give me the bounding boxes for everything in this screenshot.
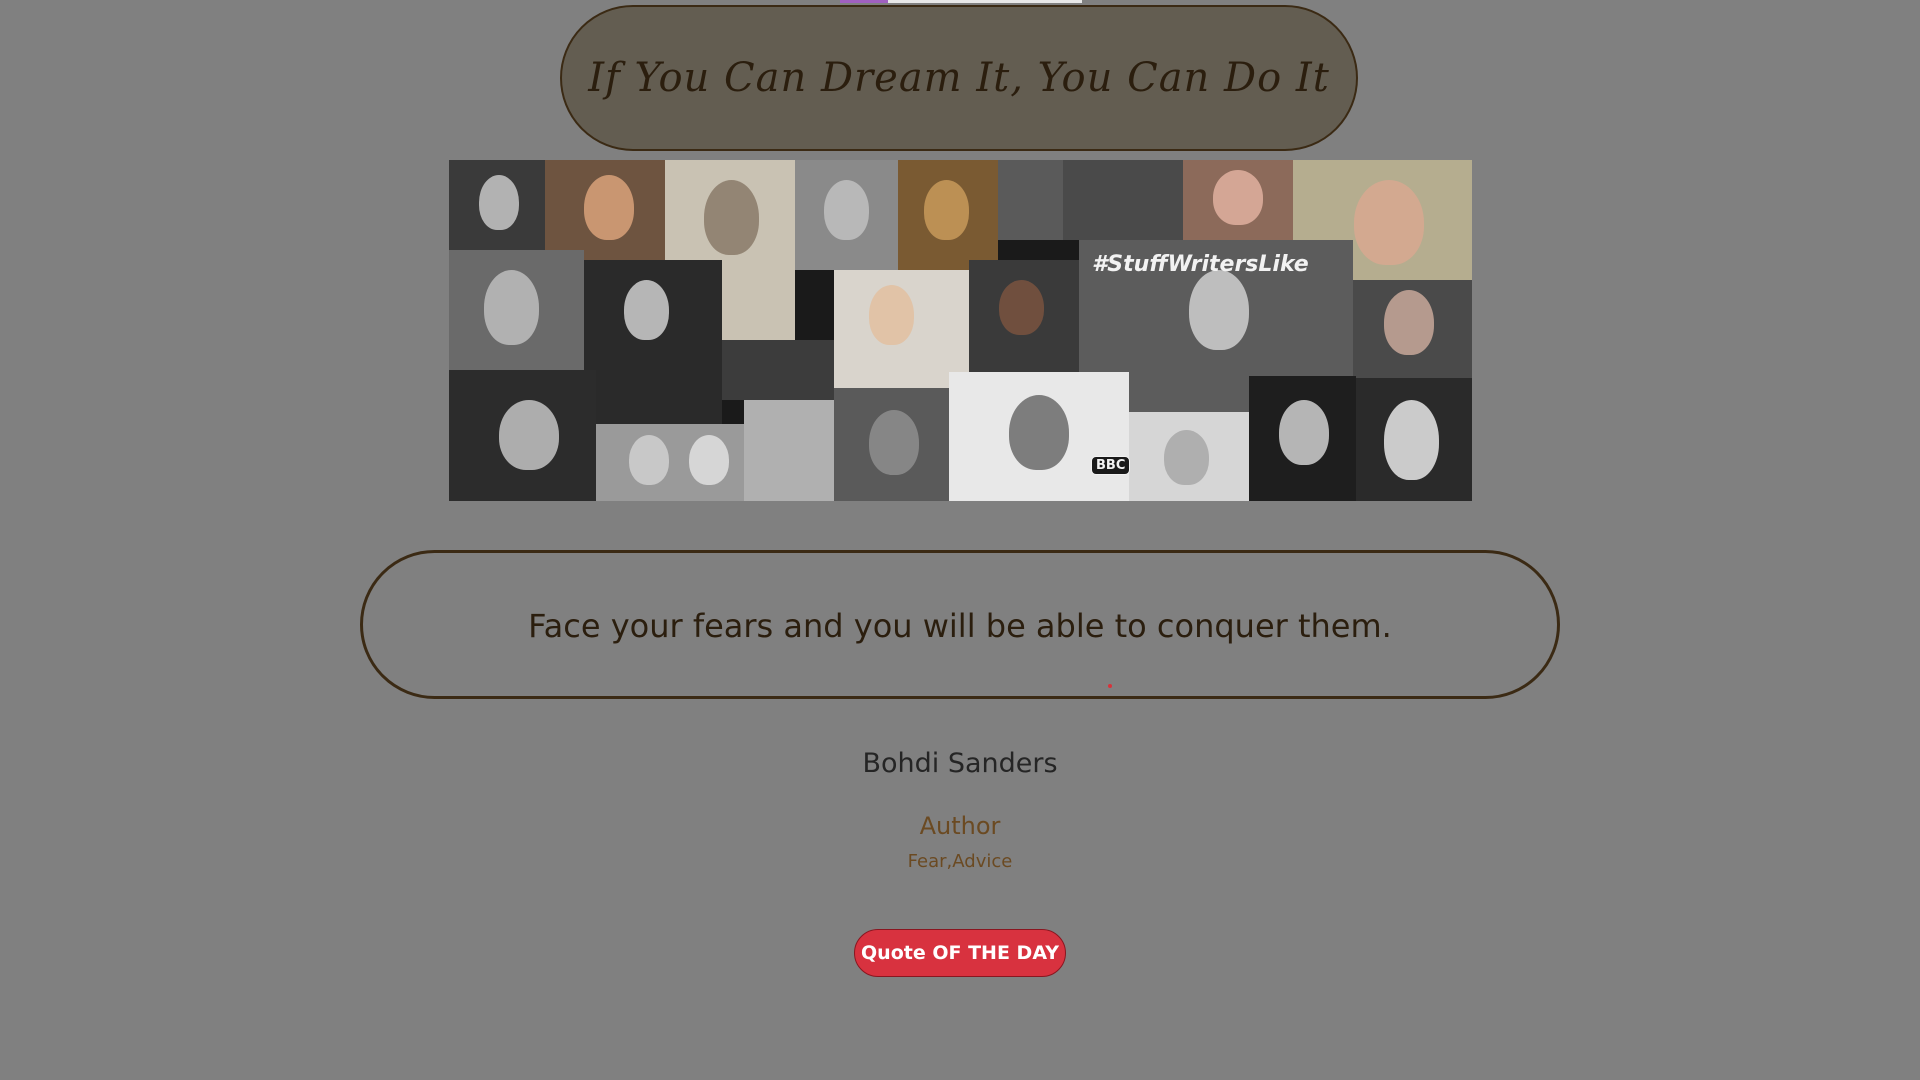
page: If You Can Dream It, You Can Do It #Stuf… [0, 0, 1920, 1080]
author-role: Author [919, 812, 1001, 840]
top-progress-bar-accent [840, 0, 888, 3]
collage-face [1009, 395, 1069, 470]
collage-face [1384, 400, 1439, 480]
collage-face [1354, 180, 1424, 265]
page-title: If You Can Dream It, You Can Do It [588, 55, 1330, 101]
collage-face [1384, 290, 1434, 355]
quote-of-the-day-button[interactable]: Quote OF THE DAY [854, 929, 1066, 977]
collage-face [624, 280, 669, 340]
collage-face [1189, 270, 1249, 350]
collage-face [689, 435, 729, 485]
collage-face [999, 280, 1044, 335]
collage-tile [1063, 160, 1183, 240]
collage-face [1164, 430, 1209, 485]
writers-collage-image: #StuffWritersLike BBC [449, 160, 1472, 501]
decorative-dot [1108, 684, 1112, 688]
collage-face [629, 435, 669, 485]
collage-face [479, 175, 519, 230]
collage-face [869, 285, 914, 345]
collage-face [704, 180, 759, 255]
title-banner: If You Can Dream It, You Can Do It [560, 5, 1358, 151]
collage-bbc-label: BBC [1091, 456, 1131, 475]
quote-text: Face your fears and you will be able to … [528, 606, 1392, 645]
collage-face [484, 270, 539, 345]
collage-face [1213, 170, 1263, 225]
collage-tile [998, 160, 1063, 240]
collage-tile [722, 340, 834, 400]
collage-hashtag-label: #StuffWritersLike [1092, 252, 1309, 277]
collage-face [1279, 400, 1329, 465]
collage-face [499, 400, 559, 470]
collage-face [924, 180, 969, 240]
collage-face [824, 180, 869, 240]
quote-tags: Fear,Advice [907, 851, 1013, 872]
collage-tile [744, 400, 834, 501]
collage-face [584, 175, 634, 240]
quote-author: Bohdi Sanders [862, 748, 1058, 779]
collage-face [869, 410, 919, 475]
quote-box: Face your fears and you will be able to … [360, 550, 1560, 699]
